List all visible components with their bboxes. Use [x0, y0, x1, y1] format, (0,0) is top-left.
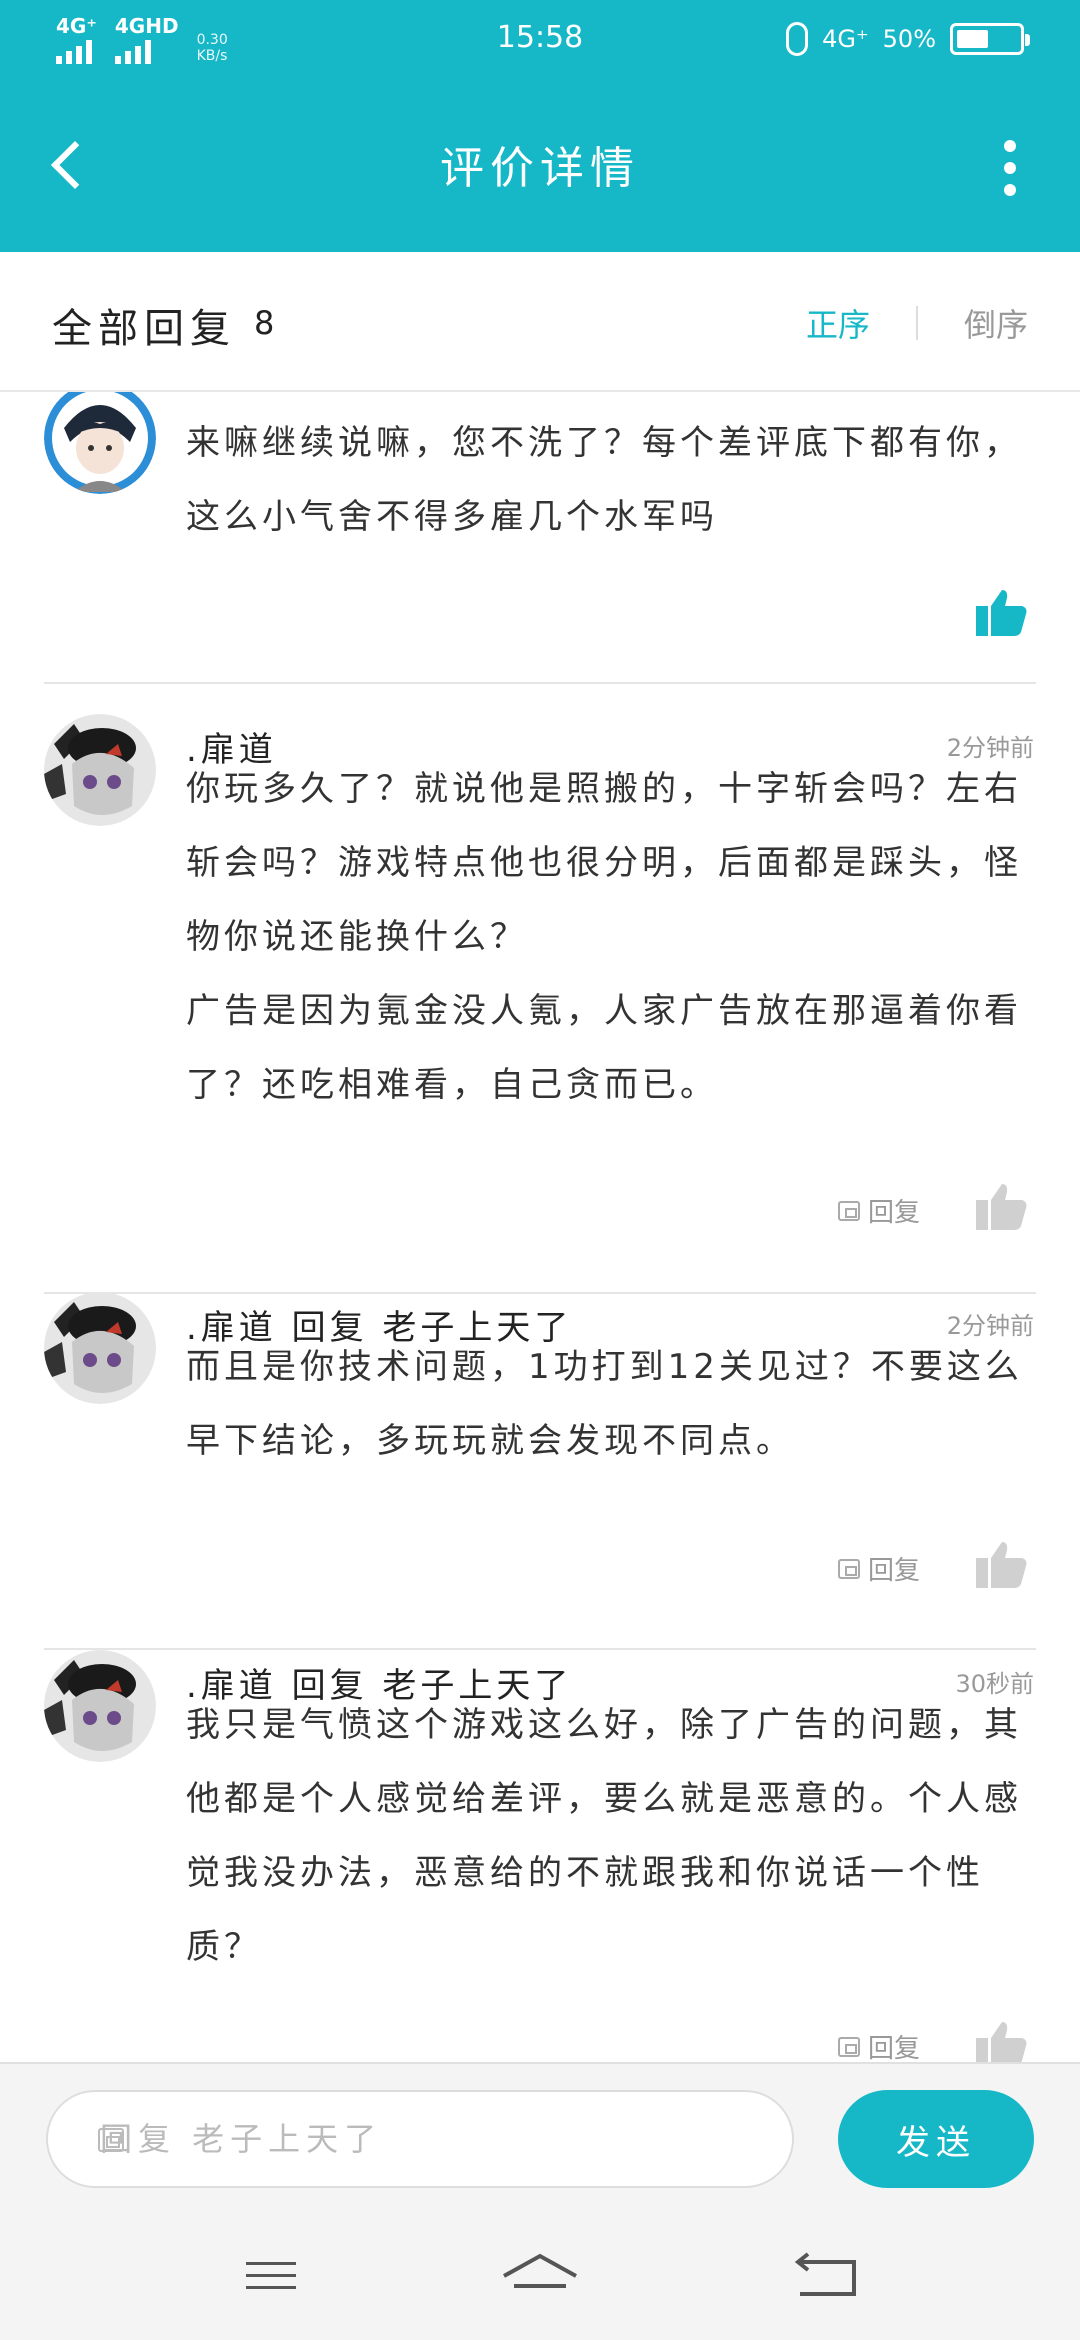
status-bar: 4G⁺ 4GHD 0.30 KB/s 15:58 4G⁺ 50% [0, 0, 1080, 82]
avatar[interactable] [44, 714, 156, 826]
menu-icon[interactable] [210, 2210, 330, 2340]
thumbs-up-icon[interactable] [976, 588, 1028, 636]
home-icon[interactable] [480, 2210, 600, 2340]
thumbs-up-icon[interactable] [976, 2020, 1028, 2062]
reply-list[interactable]: 来嘛继续说嘛，您不洗了？每个差评底下都有你，这么小气舍不得多雇几个水军吗 .扉道… [0, 392, 1080, 2062]
battery-icon [950, 23, 1030, 55]
reply-button[interactable]: 回复 [837, 1550, 920, 1587]
reply-icon [837, 1558, 860, 1579]
sort-toggle: 正序 倒序 [806, 300, 1028, 346]
thumbs-up-icon[interactable] [976, 1540, 1028, 1588]
reply-icon [837, 1200, 860, 1221]
bluetooth-icon [786, 22, 809, 56]
reply-icon [837, 2036, 860, 2057]
reply-input-icon [98, 2128, 124, 2152]
app-bar: 评价详情 [0, 82, 1080, 252]
comment-text: 来嘛继续说嘛，您不洗了？每个差评底下都有你，这么小气舍不得多雇几个水军吗 [186, 423, 1022, 537]
avatar[interactable] [44, 1650, 156, 1762]
page-title: 评价详情 [440, 143, 640, 194]
reply-label: 回复 [867, 2034, 920, 2062]
reply-label: 回复 [867, 1198, 920, 1228]
comment-text: 你玩多久了？就说他是照搬的，十字斩会吗？左右斩会吗？游戏特点他也很分明，后面都是… [186, 769, 1022, 1105]
reply-button[interactable]: 回复 [837, 1192, 920, 1229]
comment-text: 而且是你技术问题，1功打到12关见过？不要这么早下结论，多玩玩就会发现不同点。 [186, 1347, 1023, 1461]
sort-descending-button[interactable]: 倒序 [964, 300, 1028, 346]
reply-filter-bar: 全部回复 8 正序 倒序 [0, 252, 1080, 392]
comment-text: 我只是气愤这个游戏这么好，除了广告的问题，其他都是个人感觉给差评，要么就是恶意的… [186, 1705, 1022, 1967]
network-type: 4G⁺ [822, 25, 869, 53]
battery-fill [957, 30, 988, 48]
divider [44, 1292, 1036, 1294]
reply-count: 8 [254, 304, 275, 342]
sort-ascending-button[interactable]: 正序 [806, 300, 870, 346]
sort-divider [915, 306, 918, 340]
all-replies-label: 全部回复 [52, 306, 236, 352]
divider [44, 682, 1036, 684]
divider [44, 1648, 1036, 1650]
avatar[interactable] [44, 392, 156, 494]
reply-input[interactable] [46, 2090, 794, 2188]
avatar[interactable] [44, 1292, 156, 1404]
system-nav-bar [0, 2210, 1080, 2340]
thumbs-up-icon[interactable] [976, 1182, 1028, 1230]
more-options-icon[interactable] [1004, 140, 1016, 196]
send-button[interactable]: 发送 [838, 2090, 1034, 2188]
back-nav-icon[interactable] [764, 2210, 884, 2340]
reply-composer: 发送 [0, 2062, 1080, 2210]
battery-percent: 50% [882, 25, 936, 53]
reply-label: 回复 [867, 1556, 920, 1586]
reply-button[interactable]: 回复 [837, 2028, 920, 2062]
